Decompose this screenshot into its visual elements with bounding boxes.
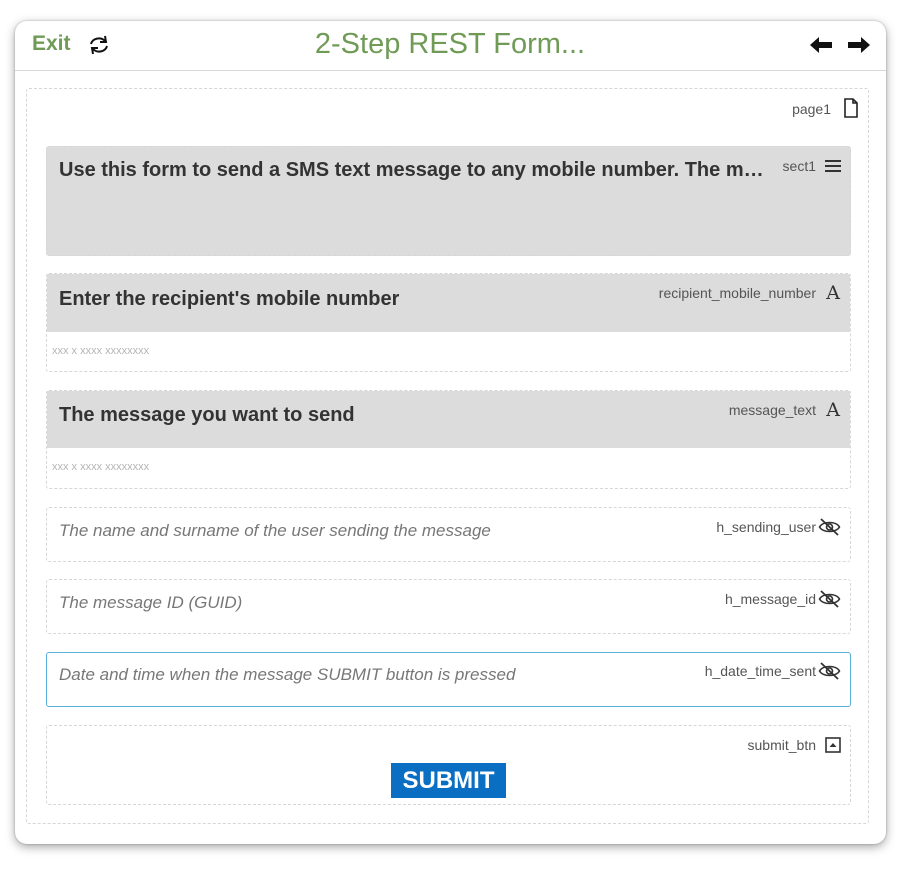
eye-off-icon[interactable] xyxy=(818,662,841,685)
arrow-right-icon[interactable] xyxy=(847,36,871,59)
submit-block[interactable]: submit_btn SUBMIT xyxy=(46,725,851,805)
hidden-field-date-time-sent[interactable]: Date and time when the message SUBMIT bu… xyxy=(46,652,851,707)
eye-off-icon[interactable] xyxy=(818,590,841,613)
hidden-field-message-id[interactable]: The message ID (GUID) h_message_id xyxy=(46,579,851,634)
message-field-header: The message you want to send message_tex… xyxy=(47,391,850,448)
eye-off-icon[interactable] xyxy=(818,518,841,541)
recipient-field-block[interactable]: Enter the recipient's mobile number reci… xyxy=(46,273,851,372)
message-field-label: The message you want to send xyxy=(59,404,355,426)
hidden-field-sending-user[interactable]: The name and surname of the user sending… xyxy=(46,507,851,562)
message-text-input[interactable] xyxy=(52,461,832,473)
page-container: page1 Use this form to send a SMS text m… xyxy=(26,88,869,824)
form-window: Exit 2-Step REST Form... page1 Use this … xyxy=(15,21,886,844)
exit-button[interactable]: Exit xyxy=(32,32,71,56)
hidden-field-tag: h_message_id xyxy=(724,591,816,607)
recipient-field-header: Enter the recipient's mobile number reci… xyxy=(47,274,850,332)
arrow-left-icon[interactable] xyxy=(809,36,833,59)
hidden-field-text: The message ID (GUID) xyxy=(59,593,243,612)
page-icon[interactable] xyxy=(843,98,859,123)
hidden-field-text: Date and time when the message SUBMIT bu… xyxy=(59,665,516,684)
recipient-field-label: Enter the recipient's mobile number xyxy=(59,288,400,310)
submit-button[interactable]: SUBMIT xyxy=(391,763,506,798)
message-field-block[interactable]: The message you want to send message_tex… xyxy=(46,390,851,489)
section-text: Use this form to send a SMS text message… xyxy=(59,159,764,181)
button-icon[interactable] xyxy=(825,737,841,758)
refresh-icon[interactable] xyxy=(87,34,111,61)
text-field-icon[interactable]: A xyxy=(826,282,840,304)
section-tag: sect1 xyxy=(782,158,816,174)
page-label: page1 xyxy=(792,101,831,117)
form-title: 2-Step REST Form... xyxy=(314,28,586,60)
hidden-field-text: The name and surname of the user sending… xyxy=(59,521,491,540)
top-bar: Exit 2-Step REST Form... xyxy=(15,21,886,71)
text-field-icon[interactable]: A xyxy=(826,399,840,421)
list-icon[interactable] xyxy=(825,159,841,178)
hidden-field-tag: h_sending_user xyxy=(716,519,816,535)
recipient-field-tag: recipient_mobile_number xyxy=(658,285,816,301)
recipient-mobile-input[interactable] xyxy=(52,345,832,357)
message-field-tag: message_text xyxy=(728,402,816,418)
submit-tag: submit_btn xyxy=(747,737,816,753)
hidden-field-tag: h_date_time_sent xyxy=(704,663,816,679)
section-block[interactable]: Use this form to send a SMS text message… xyxy=(46,146,851,256)
